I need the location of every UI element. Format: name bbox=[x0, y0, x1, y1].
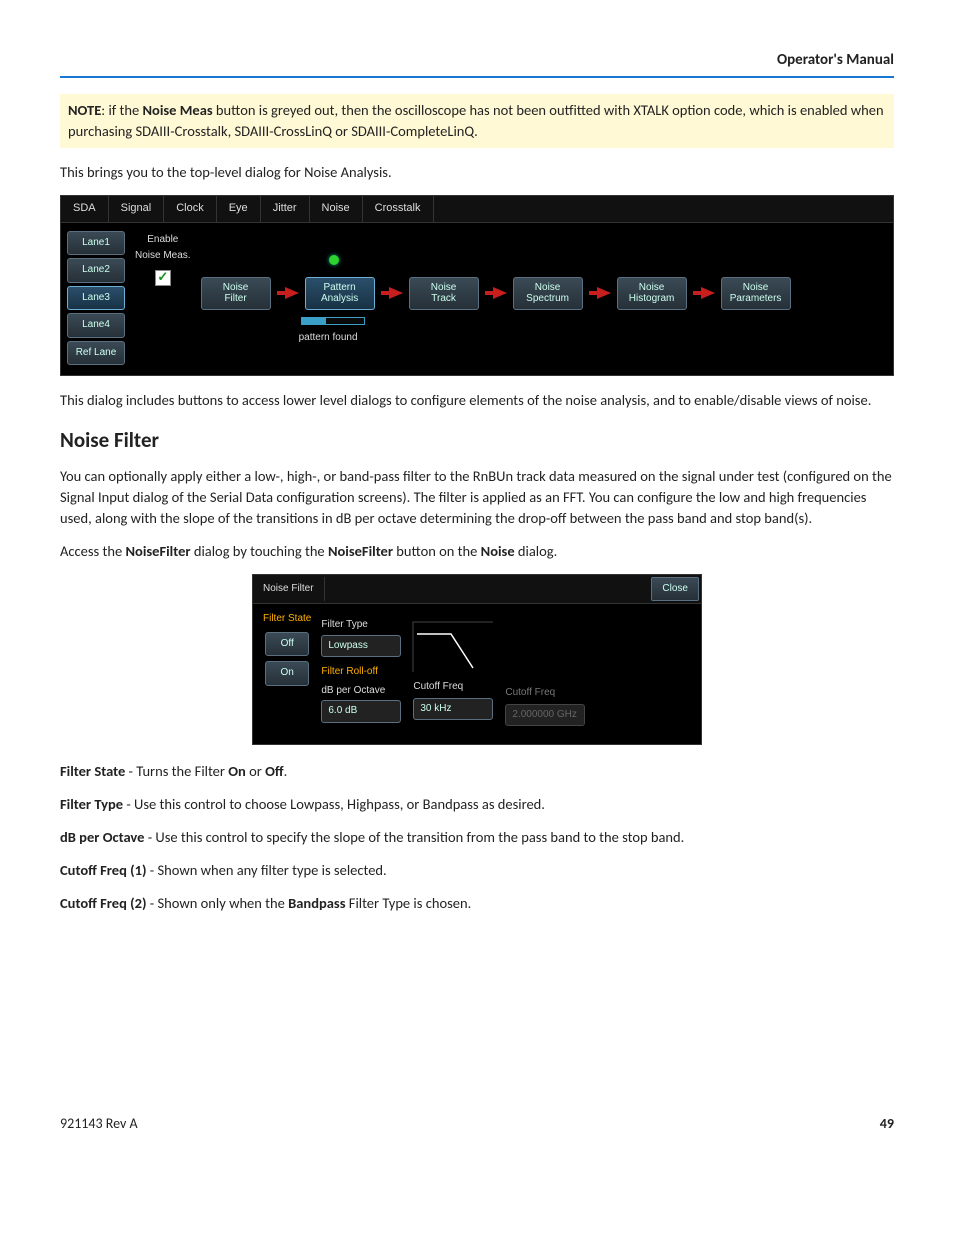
page-number: 49 bbox=[880, 1114, 894, 1134]
note-prefix: NOTE bbox=[68, 101, 101, 119]
def-filter-state: Filter State - Turns the Filter On or Of… bbox=[60, 761, 894, 782]
page-footer: 921143 Rev A 49 bbox=[60, 1114, 894, 1134]
lane4-button[interactable]: Lane4 bbox=[67, 313, 125, 338]
close-button[interactable]: Close bbox=[651, 577, 699, 602]
lane3-button[interactable]: Lane3 bbox=[67, 286, 125, 311]
tab-noise[interactable]: Noise bbox=[310, 196, 363, 222]
noise-filter-heading: Noise Filter bbox=[60, 425, 894, 455]
cutoff1-label: Cutoff Freq bbox=[413, 680, 493, 695]
enable-checkbox[interactable]: ✓ bbox=[155, 270, 171, 286]
filter-type-label: Filter Type bbox=[321, 618, 401, 633]
note-text1: : if the bbox=[101, 101, 142, 119]
noise-histogram-button[interactable]: Noise Histogram bbox=[617, 277, 687, 310]
noise-analysis-dialog: SDA Signal Clock Eye Jitter Noise Crosst… bbox=[60, 195, 894, 376]
noise-spectrum-button[interactable]: Noise Spectrum bbox=[513, 277, 583, 310]
pattern-analysis-button[interactable]: Pattern Analysis bbox=[305, 277, 375, 310]
cutoff2-label: Cutoff Freq bbox=[505, 686, 585, 701]
lane-column: Lane1 Lane2 Lane3 Lane4 Ref Lane bbox=[67, 231, 125, 366]
tab-clock[interactable]: Clock bbox=[164, 196, 217, 222]
access-instruction: Access the NoiseFilter dialog by touchin… bbox=[60, 541, 894, 562]
tab-signal[interactable]: Signal bbox=[109, 196, 165, 222]
tab-eye[interactable]: Eye bbox=[217, 196, 261, 222]
noise-filter-button[interactable]: Noise Filter bbox=[201, 277, 271, 310]
reflane-button[interactable]: Ref Lane bbox=[67, 341, 125, 366]
arrow-icon bbox=[693, 287, 715, 299]
tab-jitter[interactable]: Jitter bbox=[261, 196, 310, 222]
rev-label: 921143 Rev A bbox=[60, 1114, 138, 1134]
def-cutoff1: Cutoff Freq (1) - Shown when any filter … bbox=[60, 860, 894, 881]
filter-on-button[interactable]: On bbox=[265, 661, 309, 686]
intro-paragraph: This brings you to the top-level dialog … bbox=[60, 162, 894, 183]
cutoff2-field: 2.000000 GHz bbox=[505, 704, 585, 727]
arrow-icon bbox=[381, 287, 403, 299]
filter-state-label: Filter State bbox=[263, 612, 311, 627]
enable-label1: Enable bbox=[147, 233, 178, 248]
dialog-description: This dialog includes buttons to access l… bbox=[60, 390, 894, 411]
def-db-per-octave: dB per Octave - Use this control to spec… bbox=[60, 827, 894, 848]
lane2-button[interactable]: Lane2 bbox=[67, 258, 125, 283]
db-per-octave-field[interactable]: 6.0 dB bbox=[321, 700, 401, 723]
noise-parameters-button[interactable]: Noise Parameters bbox=[721, 277, 791, 310]
filter-type-select[interactable]: Lowpass bbox=[321, 635, 401, 658]
lane1-button[interactable]: Lane1 bbox=[67, 231, 125, 256]
filter-description: You can optionally apply either a low-, … bbox=[60, 466, 894, 529]
note-bold1: Noise Meas bbox=[142, 101, 212, 119]
tab-sda[interactable]: SDA bbox=[61, 196, 109, 222]
arrow-icon bbox=[277, 287, 299, 299]
note-box: NOTE: if the Noise Meas button is greyed… bbox=[60, 94, 894, 148]
page-header: Operator's Manual bbox=[60, 50, 894, 78]
enable-label2: Noise Meas. bbox=[135, 249, 191, 264]
tab-bar: SDA Signal Clock Eye Jitter Noise Crosst… bbox=[61, 196, 893, 223]
noise-track-button[interactable]: Noise Track bbox=[409, 277, 479, 310]
tab-crosstalk[interactable]: Crosstalk bbox=[363, 196, 434, 222]
arrow-icon bbox=[485, 287, 507, 299]
filter-response-icon bbox=[411, 620, 495, 674]
filter-rolloff-label: Filter Roll-off bbox=[321, 665, 401, 680]
arrow-icon bbox=[589, 287, 611, 299]
enable-noise-meas: Enable Noise Meas. ✓ bbox=[135, 231, 191, 286]
dialog-title: Noise Filter bbox=[253, 577, 325, 602]
db-per-octave-label: dB per Octave bbox=[321, 684, 401, 699]
filter-off-button[interactable]: Off bbox=[265, 632, 309, 657]
cutoff1-field[interactable]: 30 kHz bbox=[413, 698, 493, 721]
progress-bar bbox=[301, 317, 365, 325]
noise-filter-dialog: Noise Filter Close Filter State Off On F… bbox=[252, 574, 702, 746]
flow-area: Noise Filter Pattern Analysis Noise Trac… bbox=[201, 231, 887, 361]
def-cutoff2: Cutoff Freq (2) - Shown only when the Ba… bbox=[60, 893, 894, 914]
pattern-found-label: pattern found bbox=[299, 331, 358, 346]
status-indicator-icon bbox=[329, 255, 339, 265]
def-filter-type: Filter Type - Use this control to choose… bbox=[60, 794, 894, 815]
